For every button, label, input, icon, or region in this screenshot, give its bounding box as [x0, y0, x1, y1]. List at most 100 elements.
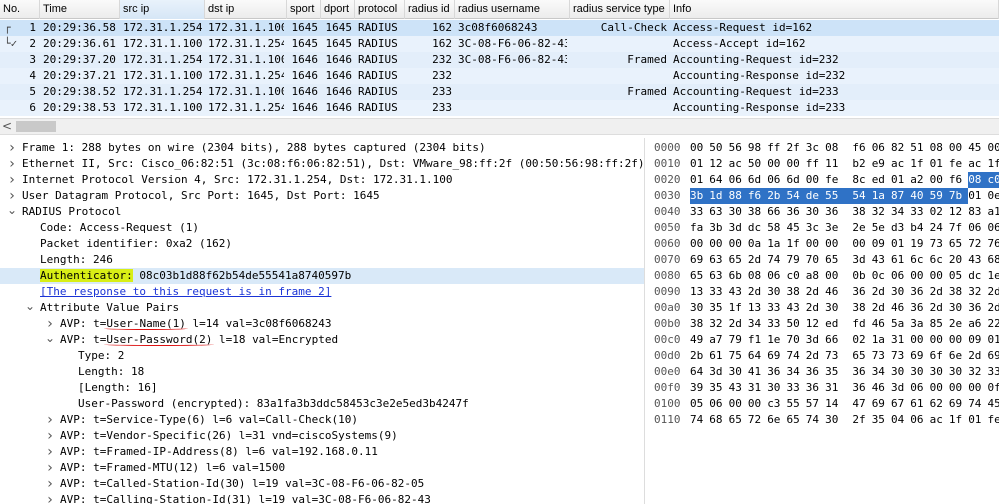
hex-byte[interactable]: 33 [910, 204, 929, 220]
hex-byte[interactable]: 38 [690, 316, 709, 332]
hex-byte[interactable]: 2d [806, 300, 825, 316]
hex-byte[interactable]: f6 [747, 188, 768, 204]
column-header-sport[interactable]: sport [287, 0, 321, 19]
hex-byte[interactable]: 08 [968, 172, 989, 188]
hex-row[interactable]: 00f0 39 35 43 31 30 33 36 31 36 46 3d 06 00 00 00 0f [648, 380, 999, 396]
hex-byte[interactable]: 20 [949, 252, 968, 268]
hex-byte[interactable]: a2 [910, 172, 929, 188]
hex-byte[interactable]: 2d [988, 284, 999, 300]
hex-row[interactable]: 0080 65 63 6b 08 06 c0 a8 00 0b 0c 06 00 00 05 dc 1e [648, 268, 999, 284]
hex-byte[interactable]: c3 [767, 396, 786, 412]
hex-byte[interactable]: 35 [825, 364, 844, 380]
hex-byte[interactable]: 45 [787, 220, 806, 236]
hex-byte[interactable]: 33 [690, 204, 709, 220]
hex-byte[interactable]: 06 [767, 268, 786, 284]
hex-byte[interactable]: 36 [852, 380, 871, 396]
hex-byte[interactable]: 73 [891, 348, 910, 364]
hex-byte[interactable]: 54 [786, 188, 807, 204]
hex-byte[interactable]: 36 [910, 300, 929, 316]
hex-byte[interactable]: 70 [787, 332, 806, 348]
hex-row[interactable]: 0070 69 63 65 2d 74 79 70 65 3d 43 61 6c 6c 20 43 68 [648, 252, 999, 268]
hex-byte[interactable]: 0e [988, 188, 999, 204]
hex-byte[interactable]: ff [806, 156, 825, 172]
hex-byte[interactable]: 3d [806, 332, 825, 348]
hex-byte[interactable]: 30 [825, 300, 844, 316]
hex-byte[interactable]: 36 [852, 284, 871, 300]
hex-byte[interactable]: 2f [787, 140, 806, 156]
hex-byte[interactable]: 65 [729, 412, 748, 428]
detail-row[interactable]: › AVP: t=Calling-Station-Id(31) l=19 val=… [0, 492, 644, 504]
hex-byte[interactable]: c0 [787, 268, 806, 284]
hex-byte[interactable]: dc [748, 220, 767, 236]
hex-byte[interactable]: 32 [968, 364, 987, 380]
hex-byte[interactable]: dc [968, 268, 987, 284]
hex-row[interactable]: 00c0 49 a7 79 f1 1e 70 3d 66 02 1a 31 00 00 00 09 01 [648, 332, 999, 348]
hex-byte[interactable]: 3d [709, 364, 728, 380]
hex-byte[interactable]: 00 [930, 332, 949, 348]
hex-byte[interactable]: 0f [988, 380, 999, 396]
packet-row[interactable]: └✓ 2 20:29:36.61 172.31.1.100 172.31.1.254 16… [0, 36, 999, 52]
hex-byte[interactable]: 13 [748, 300, 767, 316]
hex-byte[interactable]: 36 [787, 204, 806, 220]
hex-byte[interactable]: 61 [910, 396, 929, 412]
hex-byte[interactable]: 74 [767, 252, 786, 268]
hex-byte[interactable]: 2d [729, 316, 748, 332]
hex-byte[interactable]: 62 [930, 396, 949, 412]
detail-row[interactable]: Type: 2 [0, 348, 644, 364]
packet-details-pane[interactable]: › Frame 1: 288 bytes on wire (2304 bits),… [0, 138, 645, 504]
hex-byte[interactable]: b2 [852, 156, 871, 172]
hex-byte[interactable]: 24 [930, 220, 949, 236]
expand-chevron-icon[interactable]: › [44, 444, 56, 460]
hex-byte[interactable]: 68 [988, 252, 999, 268]
expand-chevron-icon[interactable]: › [44, 316, 56, 332]
hex-byte[interactable]: 30 [729, 204, 748, 220]
hex-byte[interactable]: 0c [872, 268, 891, 284]
expand-chevron-icon[interactable]: › [44, 412, 56, 428]
hex-byte[interactable]: 00 [988, 140, 999, 156]
response-frame-link[interactable]: [The response to this request is in fram… [40, 285, 331, 298]
hex-byte[interactable]: 08 [748, 268, 767, 284]
hex-byte[interactable]: 2b [690, 348, 709, 364]
scroll-left-arrow-icon[interactable]: < [2, 119, 14, 134]
hex-byte[interactable]: 35 [872, 412, 891, 428]
hex-row[interactable]: 00a0 30 35 1f 13 33 43 2d 30 38 2d 46 36 2d 30 36 2d [648, 300, 999, 316]
hex-byte[interactable]: 6d [787, 172, 806, 188]
hex-byte[interactable]: 43 [872, 252, 891, 268]
hex-byte[interactable]: 3b [690, 188, 710, 204]
hex-byte[interactable]: 2d [930, 284, 949, 300]
hex-byte[interactable]: 33 [988, 364, 999, 380]
detail-row[interactable]: › Internet Protocol Version 4, Src: 172.3… [0, 172, 644, 188]
hex-byte[interactable]: fe [949, 156, 968, 172]
hex-byte[interactable]: 3c [806, 220, 825, 236]
hex-byte[interactable]: 2d [968, 348, 987, 364]
hex-byte[interactable]: 43 [729, 284, 748, 300]
hex-byte[interactable]: 35 [709, 300, 728, 316]
hex-byte[interactable]: 1f [910, 156, 929, 172]
hex-byte[interactable]: 01 [690, 172, 709, 188]
hex-byte[interactable]: 64 [690, 364, 709, 380]
detail-row[interactable]: Code: Access-Request (1) [0, 220, 644, 236]
packet-bytes-pane[interactable]: 0000 00 50 56 98 ff 2f 3c 08 f6 06 82 51 08 00 45 00 0010… [648, 138, 999, 504]
hex-byte[interactable]: 83 [968, 204, 987, 220]
column-header-src[interactable]: src ip [120, 0, 205, 19]
column-header-info[interactable]: Info [670, 0, 999, 19]
hex-byte[interactable]: fe [988, 412, 999, 428]
hex-byte[interactable]: ac [891, 156, 910, 172]
hex-byte[interactable]: 46 [872, 380, 891, 396]
hex-byte[interactable]: 40 [910, 188, 931, 204]
hex-byte[interactable]: 65 [852, 348, 871, 364]
column-header-no[interactable]: No. [0, 0, 40, 19]
hex-byte[interactable]: 54 [852, 188, 873, 204]
detail-row[interactable]: Authenticator: 08c03b1d88f62b54de55541a8… [0, 268, 644, 284]
expand-chevron-icon[interactable]: › [44, 460, 56, 476]
hex-byte[interactable]: 3d [891, 380, 910, 396]
hex-byte[interactable]: 6f [930, 348, 949, 364]
hex-byte[interactable]: 04 [891, 412, 910, 428]
hex-byte[interactable]: 01 [988, 332, 999, 348]
hex-byte[interactable]: 01 [968, 412, 987, 428]
hex-row[interactable]: 00b0 38 32 2d 34 33 50 12 ed fd 46 5a 3a 85 2e a6 22 [648, 316, 999, 332]
hex-byte[interactable]: f6 [949, 172, 968, 188]
hex-byte[interactable]: 2f [852, 412, 871, 428]
hex-byte[interactable]: 38 [852, 204, 871, 220]
hex-byte[interactable]: 00 [767, 156, 786, 172]
